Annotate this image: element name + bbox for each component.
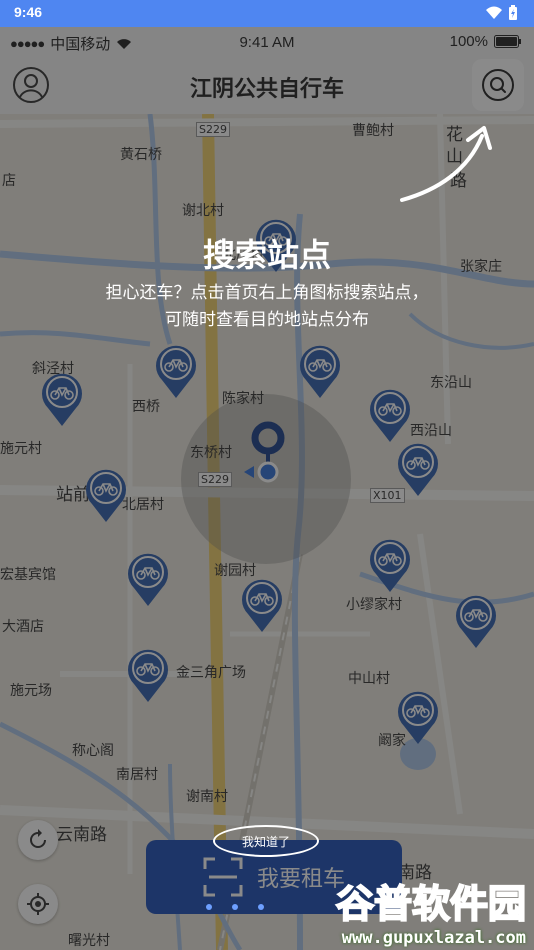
bike-station-marker[interactable]	[296, 340, 344, 400]
got-it-button[interactable]: 我知道了	[213, 825, 319, 857]
place-label: 黄石桥	[120, 147, 162, 163]
bike-station-marker[interactable]	[394, 686, 442, 746]
android-time: 9:46	[14, 4, 43, 20]
guide-description: 担心还车？点击首页右上角图标搜索站点， 可随时查看目的地站点分布	[0, 280, 534, 334]
road-label-s229-mid: S229	[198, 472, 232, 487]
app-header: 江阴公共自行车	[0, 57, 534, 114]
place-label: 东桥村	[190, 445, 232, 461]
place-label: 施元村	[0, 441, 42, 457]
bike-station-marker[interactable]	[394, 438, 442, 498]
locate-button[interactable]	[18, 884, 58, 924]
page-dot	[206, 904, 212, 910]
search-station-button[interactable]	[472, 59, 524, 111]
search-icon	[482, 69, 514, 101]
bike-station-marker[interactable]	[152, 340, 200, 400]
guide-page-indicator	[206, 904, 264, 910]
place-label: 陈家村	[222, 391, 264, 407]
battery-icon	[509, 5, 517, 20]
current-location-icon	[244, 421, 285, 483]
place-label: 南居村	[116, 767, 158, 783]
place-label: 云南路	[56, 825, 107, 845]
guide-arrow-icon	[400, 126, 492, 202]
bike-station-marker[interactable]	[124, 644, 172, 704]
battery-percent: 100%	[449, 33, 488, 50]
page-title: 江阴公共自行车	[189, 77, 344, 102]
place-label: 谢北村	[182, 203, 224, 219]
bike-station-marker[interactable]	[452, 590, 500, 650]
place-label: 曙光村	[68, 933, 110, 949]
page-dot	[232, 904, 238, 910]
refresh-icon	[30, 829, 46, 848]
bike-station-marker[interactable]	[366, 384, 414, 444]
rent-bike-label: 我要租车	[256, 867, 345, 892]
bike-station-marker[interactable]	[366, 534, 414, 594]
page-dot	[258, 904, 264, 910]
wifi-icon	[486, 6, 502, 19]
crosshair-icon	[27, 893, 49, 915]
place-label: 施元场	[10, 683, 52, 699]
watermark-url: www.gupuxlazal.com	[341, 928, 526, 948]
guide-line-1: 担心还车？点击首页右上角图标搜索站点，	[105, 283, 429, 303]
place-label: 中山村	[348, 671, 390, 687]
watermark: 谷普软件园 www.gupuxlazal.com	[335, 873, 527, 948]
place-label: 谢南村	[186, 789, 228, 805]
place-label: 东沿山	[430, 375, 472, 391]
place-label: 大酒店	[2, 619, 44, 635]
place-label: 小缪家村	[346, 597, 402, 613]
place-label: 称心阁	[72, 743, 114, 759]
battery-icon	[494, 35, 521, 48]
bike-station-marker[interactable]	[238, 574, 286, 634]
android-status-bar: 9:46	[0, 0, 534, 27]
bike-station-marker[interactable]	[82, 464, 130, 524]
road-label-s229-top: S229	[196, 122, 230, 137]
guide-title: 搜索站点	[202, 236, 331, 274]
place-label: 西沿山	[410, 423, 452, 439]
place-label: 宏基宾馆	[0, 567, 56, 583]
guide-line-2: 可随时查看目的地站点分布	[165, 310, 369, 330]
place-label: 金三角广场	[176, 665, 246, 681]
place-label: 店	[2, 173, 16, 189]
watermark-brand: 谷普软件园	[335, 881, 527, 927]
ios-status-bar: ●●●●● 中国移动 9:41 AM 100%	[0, 27, 534, 57]
refresh-button[interactable]	[18, 820, 58, 860]
bike-station-marker[interactable]	[38, 368, 86, 428]
place-label: 曹鲍村	[352, 123, 394, 139]
bike-station-marker[interactable]	[124, 548, 172, 608]
scan-icon	[203, 857, 243, 897]
